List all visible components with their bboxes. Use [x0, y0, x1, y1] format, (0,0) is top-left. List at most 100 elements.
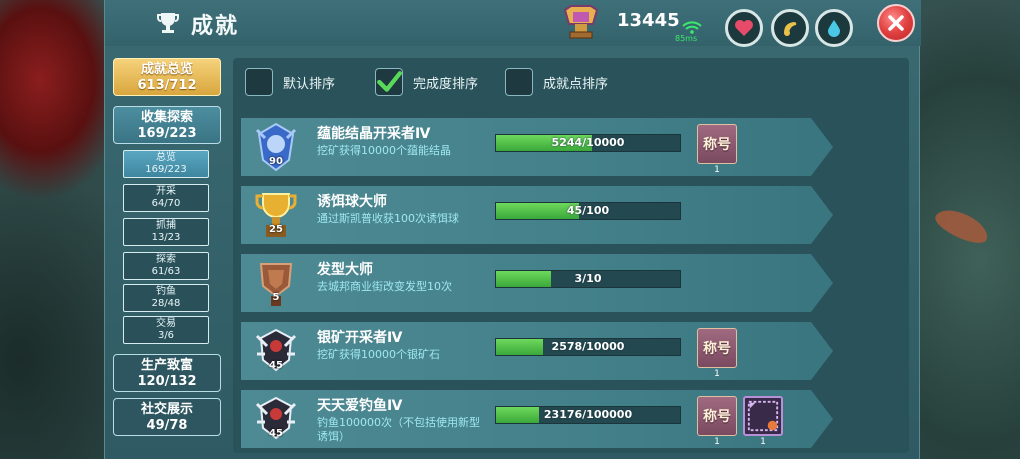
- sub-item-count: 64/70: [151, 198, 181, 209]
- title-reward[interactable]: 称号: [697, 328, 737, 368]
- page-title: 成就: [191, 14, 240, 39]
- progress-bar: 23176/100000: [495, 406, 681, 424]
- default-sort-checkbox[interactable]: [245, 68, 273, 96]
- frame-reward[interactable]: [743, 396, 783, 436]
- heart-icon: [735, 20, 753, 36]
- background-leaf: [931, 203, 993, 249]
- progress-bar: 2578/10000: [495, 338, 681, 356]
- achievement-row[interactable]: 45 天天爱钓鱼Ⅳ 钓鱼100000次（不包括使用新型诱饵） 23176/100…: [241, 390, 833, 448]
- sub-item-label: 交易: [156, 318, 176, 329]
- category-count: 613/712: [137, 78, 197, 93]
- achievement-name: 蕴能结晶开采者Ⅳ: [317, 126, 431, 142]
- category-label: 成就总览: [140, 62, 193, 77]
- category-label: 收集探索: [140, 110, 193, 125]
- category-count: 169/223: [137, 126, 197, 141]
- badge-points: 90: [269, 156, 283, 167]
- food-icon: [784, 22, 797, 36]
- filter-label: 默认排序: [283, 76, 336, 92]
- achievement-cup-icon: [563, 5, 599, 39]
- category-production[interactable]: 生产致富 120/132: [113, 354, 221, 392]
- category-overview[interactable]: 成就总览 613/712: [113, 58, 221, 96]
- completion-sort-checkbox[interactable]: [375, 68, 403, 96]
- sub-item-mining[interactable]: 开采 64/70: [123, 184, 209, 212]
- filter-default[interactable]: 默认排序: [245, 68, 335, 96]
- reward-count: 1: [714, 437, 720, 447]
- progress-text: 23176/100000: [543, 408, 633, 421]
- progress-text: 2578/10000: [551, 340, 625, 353]
- progress-text: 5244/10000: [551, 136, 625, 149]
- sub-item-count: 61/63: [151, 266, 181, 277]
- achievement-row[interactable]: 5 发型大师 去城邦商业街改变发型10次 3/10: [241, 254, 833, 312]
- sub-item-count: 169/223: [145, 164, 187, 175]
- sub-item-overview[interactable]: 总览 169/223: [123, 150, 209, 178]
- achievement-panel: 成就 13445 85ms 成就总览 613/712 收集探索 169/223 …: [104, 0, 921, 459]
- row-arrow: [811, 322, 833, 380]
- sub-item-label: 钓鱼: [156, 286, 176, 297]
- achievement-description: 挖矿获得10000个银矿石: [317, 348, 440, 361]
- trophy-icon: [157, 13, 179, 33]
- sub-item-label: 总览: [156, 152, 176, 163]
- reward-label: 称号: [703, 137, 731, 153]
- category-social[interactable]: 社交展示 49/78: [113, 398, 221, 436]
- filter-points[interactable]: 成就点排序: [505, 68, 608, 96]
- achievement-description: 钓鱼100000次（不包括使用新型诱饵）: [317, 416, 480, 443]
- progress-bar: 3/10: [495, 270, 681, 288]
- progress-bar: 5244/10000: [495, 134, 681, 152]
- sub-item-label: 探索: [156, 254, 176, 265]
- close-button[interactable]: [877, 4, 915, 42]
- sub-item-label: 开采: [156, 186, 176, 197]
- achievement-row[interactable]: 45 银矿开采者Ⅳ 挖矿获得10000个银矿石 2578/10000 称号 1: [241, 322, 833, 380]
- achievement-row[interactable]: 90 蕴能结晶开采者Ⅳ 挖矿获得10000个蕴能结晶 5244/10000 称号…: [241, 118, 833, 176]
- achievement-name: 银矿开采者Ⅳ: [317, 330, 403, 346]
- row-arrow: [811, 254, 833, 312]
- health-button[interactable]: [725, 9, 763, 47]
- achievement-name: 诱饵球大师: [317, 194, 387, 210]
- signal-icon: [682, 21, 702, 34]
- category-count: 49/78: [146, 418, 188, 433]
- sub-item-count: 28/48: [151, 298, 181, 309]
- row-arrow: [811, 118, 833, 176]
- reward-count: 1: [760, 437, 766, 447]
- badge-points: 25: [269, 224, 283, 235]
- achievement-description: 去城邦商业街改变发型10次: [317, 280, 452, 293]
- reward-count: 1: [714, 165, 720, 175]
- badge-points: 45: [269, 360, 283, 371]
- achievement-row[interactable]: 25 诱饵球大师 通过斯凯普收获100次诱饵球 45/100: [241, 186, 833, 244]
- category-label: 社交展示: [140, 402, 193, 417]
- achievement-name: 天天爱钓鱼Ⅳ: [317, 398, 403, 414]
- filter-completion[interactable]: 完成度排序: [375, 68, 478, 96]
- water-button[interactable]: [815, 9, 853, 47]
- progress-text: 45/100: [566, 204, 610, 217]
- filter-label: 完成度排序: [413, 76, 479, 92]
- achievement-description: 挖矿获得10000个蕴能结晶: [317, 144, 451, 157]
- sub-item-trade[interactable]: 交易 3/6: [123, 316, 209, 344]
- progress-bar: 45/100: [495, 202, 681, 220]
- portrait-frame-icon: [747, 400, 779, 432]
- sub-item-capture[interactable]: 抓捕 13/23: [123, 218, 209, 246]
- ping-value: 85ms: [675, 34, 698, 43]
- reward-label: 称号: [703, 409, 731, 425]
- panel-header: 成就 13445 85ms: [105, 0, 921, 47]
- filter-label: 成就点排序: [543, 76, 609, 92]
- achievement-content: 默认排序 完成度排序 成就点排序 90 蕴能结晶开采者Ⅳ 挖矿获得10000个蕴…: [233, 58, 909, 453]
- sub-item-count: 3/6: [157, 330, 175, 341]
- row-arrow: [811, 390, 833, 448]
- sub-item-count: 13/23: [151, 232, 181, 243]
- badge-points: 45: [269, 428, 283, 439]
- reward-label: 称号: [703, 341, 731, 357]
- food-button[interactable]: [771, 9, 809, 47]
- points-sort-checkbox[interactable]: [505, 68, 533, 96]
- achievement-name: 发型大师: [317, 262, 373, 278]
- reward-count: 1: [714, 369, 720, 379]
- sub-item-label: 抓捕: [156, 220, 176, 231]
- achievement-points: 13445: [617, 10, 680, 31]
- category-collection[interactable]: 收集探索 169/223: [113, 106, 221, 144]
- title-reward[interactable]: 称号: [697, 396, 737, 436]
- badge-points: 5: [272, 292, 280, 303]
- category-count: 120/132: [137, 374, 197, 389]
- sub-item-fishing[interactable]: 钓鱼 28/48: [123, 284, 209, 312]
- sub-item-explore[interactable]: 探索 61/63: [123, 252, 209, 280]
- category-label: 生产致富: [140, 358, 193, 373]
- title-reward[interactable]: 称号: [697, 124, 737, 164]
- row-arrow: [811, 186, 833, 244]
